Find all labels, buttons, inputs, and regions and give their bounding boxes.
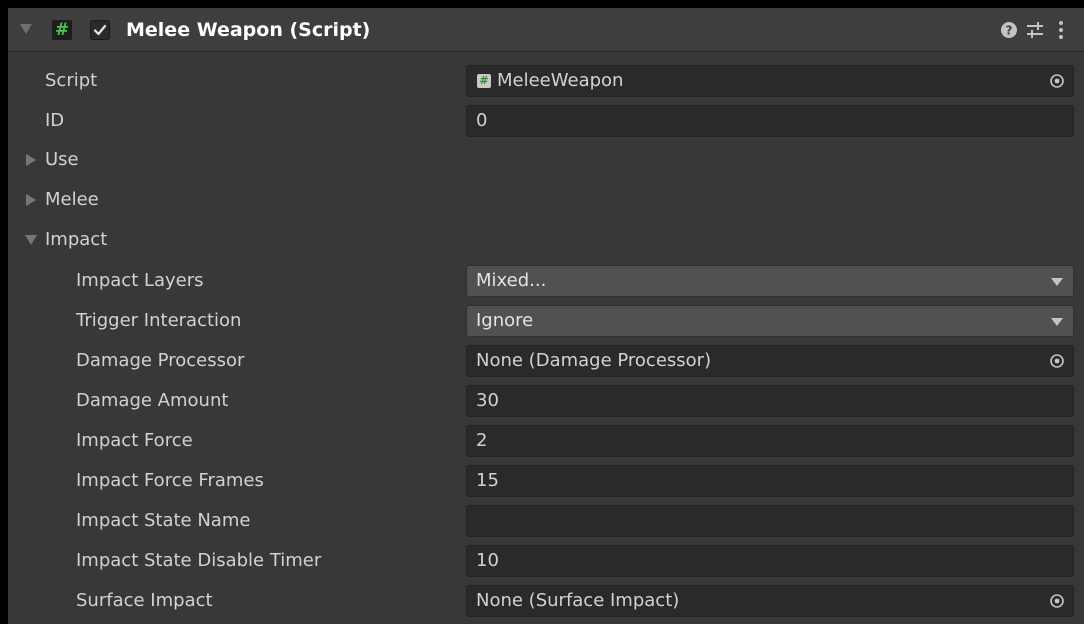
impact-state-disable-timer-field[interactable]: 10 (466, 545, 1074, 577)
script-file-icon: # (477, 74, 491, 88)
surface-impact-field[interactable]: None (Surface Impact) (466, 585, 1074, 617)
impact-force-label: Impact Force (76, 430, 193, 451)
damage-amount-value: 30 (476, 390, 499, 411)
help-icon[interactable]: ? (998, 19, 1020, 41)
surface-impact-value: None (Surface Impact) (476, 590, 680, 611)
svg-text:?: ? (1006, 24, 1013, 38)
impact-layers-value: Mixed... (476, 270, 547, 291)
object-picker-icon[interactable] (1049, 593, 1065, 609)
impact-state-name-label: Impact State Name (76, 510, 251, 531)
trigger-interaction-dropdown[interactable]: Ignore (466, 305, 1074, 337)
context-menu-icon[interactable] (1050, 19, 1072, 41)
component-enabled-checkbox[interactable] (90, 20, 110, 40)
damage-processor-label: Damage Processor (76, 350, 245, 371)
impact-state-disable-timer-label: Impact State Disable Timer (76, 550, 322, 571)
id-value: 0 (476, 110, 488, 131)
script-value: MeleeWeapon (497, 70, 624, 91)
impact-force-frames-label: Impact Force Frames (76, 470, 264, 491)
surface-impact-label: Surface Impact (76, 590, 213, 611)
object-picker-icon[interactable] (1049, 73, 1065, 89)
trigger-interaction-value: Ignore (476, 310, 534, 331)
damage-processor-field[interactable]: None (Damage Processor) (466, 345, 1074, 377)
damage-amount-label: Damage Amount (76, 390, 229, 411)
id-field[interactable]: 0 (466, 105, 1074, 137)
expand-arrow-icon[interactable] (26, 194, 36, 206)
expand-arrow-icon[interactable] (26, 154, 36, 166)
foldout-impact[interactable]: Impact (45, 228, 107, 252)
script-label: Script (45, 70, 98, 91)
collapse-arrow-icon[interactable] (20, 24, 32, 34)
object-picker-icon[interactable] (1049, 353, 1065, 369)
id-label: ID (45, 110, 65, 131)
trigger-interaction-label: Trigger Interaction (76, 310, 242, 331)
foldout-use[interactable]: Use (45, 148, 79, 172)
impact-force-value: 2 (476, 430, 488, 451)
impact-force-frames-value: 15 (476, 470, 499, 491)
impact-layers-label: Impact Layers (76, 270, 204, 291)
presets-icon[interactable] (1024, 19, 1046, 41)
component-inspector: # Melee Weapon (Script) ? Script # Melee… (8, 8, 1084, 624)
impact-force-field[interactable]: 2 (466, 425, 1074, 457)
foldout-melee[interactable]: Melee (45, 188, 99, 212)
script-icon: # (52, 20, 72, 40)
damage-processor-value: None (Damage Processor) (476, 350, 712, 371)
checkmark-icon (93, 24, 107, 36)
component-header[interactable]: # Melee Weapon (Script) ? (8, 8, 1084, 52)
impact-state-disable-timer-value: 10 (476, 550, 499, 571)
impact-force-frames-field[interactable]: 15 (466, 465, 1074, 497)
damage-amount-field[interactable]: 30 (466, 385, 1074, 417)
dropdown-arrow-icon (1051, 278, 1063, 286)
component-title: Melee Weapon (Script) (126, 19, 371, 41)
dropdown-arrow-icon (1051, 318, 1063, 326)
impact-state-name-field[interactable] (466, 505, 1074, 537)
script-field[interactable]: # MeleeWeapon (466, 65, 1074, 97)
collapse-arrow-icon[interactable] (25, 235, 37, 245)
impact-layers-dropdown[interactable]: Mixed... (466, 265, 1074, 297)
